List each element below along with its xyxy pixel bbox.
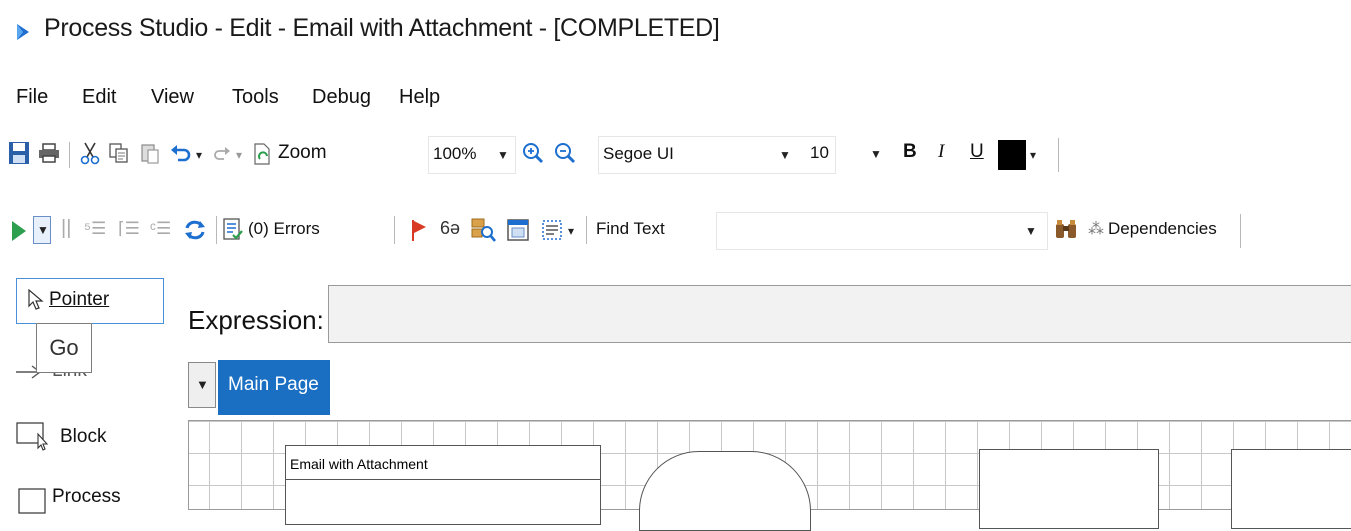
toolbar-separator <box>216 216 217 244</box>
font-size-dropdown-icon[interactable]: ▼ <box>870 147 882 161</box>
step-out-icon[interactable]: ᶜ☰ <box>150 219 171 239</box>
palette-item-process[interactable]: Process <box>16 480 164 520</box>
paste-icon[interactable] <box>140 142 160 164</box>
go-play-icon[interactable] <box>10 220 28 242</box>
watch-icon[interactable]: 6ə <box>440 218 460 239</box>
italic-button[interactable]: I <box>938 141 944 163</box>
menu-tools[interactable]: Tools <box>232 86 279 109</box>
breakpoint-flag-icon[interactable] <box>410 218 428 242</box>
menu-file[interactable]: File <box>16 86 48 109</box>
menu-edit[interactable]: Edit <box>82 86 116 109</box>
zoom-in-icon[interactable] <box>522 142 544 164</box>
expression-label: Expression: <box>188 305 324 335</box>
palette-item-label: Process <box>52 486 121 507</box>
find-text-input[interactable]: ▼ <box>716 212 1048 250</box>
copy-icon[interactable] <box>108 142 130 164</box>
action-stage-shape[interactable] <box>1231 449 1351 529</box>
zoom-value: 100% <box>433 144 477 163</box>
chevron-down-icon: ▼ <box>196 377 209 392</box>
find-data-icon[interactable] <box>470 217 496 243</box>
palette-item-pointer[interactable]: Pointer <box>16 278 164 324</box>
toolbar-separator <box>69 142 70 168</box>
tab-main-page[interactable]: Main Page <box>218 360 330 415</box>
pause-icon[interactable]: || <box>61 217 71 240</box>
app-logo-icon <box>17 24 29 40</box>
dependencies-button[interactable]: Dependencies <box>1108 219 1217 239</box>
formatting-toolbar: ▾ ▾ Zoom 100% ▼ Segoe UI ▼ 10 ▼ B I U ▾ <box>0 130 1351 178</box>
block-title: Email with Attachment <box>290 456 428 472</box>
toolbar-separator <box>1058 138 1059 172</box>
underline-button[interactable]: U <box>970 141 984 163</box>
palette-item-label: Block <box>60 426 107 447</box>
print-icon[interactable] <box>38 143 60 163</box>
zoom-select[interactable]: 100% ▼ <box>428 136 516 174</box>
step-icon[interactable]: ⁵☰ <box>84 219 106 239</box>
toolbar-separator <box>1240 214 1241 248</box>
tooltip: Go <box>36 323 92 373</box>
action-stage-shape[interactable] <box>979 449 1159 529</box>
go-dropdown-button[interactable]: ▼ <box>33 216 51 244</box>
toolbar-separator <box>586 216 587 244</box>
pointer-icon <box>28 289 44 310</box>
calendar-icon[interactable] <box>506 218 530 242</box>
redo-dropdown-icon[interactable]: ▾ <box>236 148 242 162</box>
process-icon <box>18 488 46 514</box>
block-header: Email with Attachment <box>286 446 600 480</box>
undo-icon[interactable] <box>170 142 192 164</box>
validate-icon[interactable] <box>222 218 244 242</box>
font-name-select[interactable]: Segoe UI ▼ <box>598 136 836 174</box>
zoom-out-icon[interactable] <box>554 142 576 164</box>
text-color-dropdown-icon[interactable]: ▾ <box>1030 148 1036 162</box>
layout-icon[interactable] <box>540 218 564 242</box>
page-list-dropdown[interactable]: ▼ <box>188 362 216 408</box>
find-text-label: Find Text <box>596 219 665 238</box>
title-bar: Process Studio - Edit - Email with Attac… <box>0 0 1351 68</box>
block-icon <box>16 422 49 451</box>
zoom-dropdown-icon[interactable]: ▼ <box>497 148 509 162</box>
save-icon[interactable] <box>8 141 30 165</box>
cut-icon[interactable] <box>78 141 102 165</box>
undo-dropdown-icon[interactable]: ▾ <box>196 148 202 162</box>
redo-icon[interactable] <box>212 144 232 164</box>
zoom-label: Zoom <box>278 142 327 163</box>
debug-toolbar: ▼ || ⁵☰ ⌈☰ ᶜ☰ (0) Errors 6ə ▾ Find Text <box>0 206 1351 254</box>
text-color-swatch[interactable] <box>998 140 1026 170</box>
find-text-dropdown-icon[interactable]: ▼ <box>1025 224 1037 238</box>
expression-input[interactable] <box>328 285 1351 343</box>
menu-bar: File Edit View Tools Debug Help <box>0 80 1351 120</box>
palette-item-label: Pointer <box>49 289 110 310</box>
process-canvas[interactable]: Email with Attachment <box>188 420 1351 531</box>
menu-help[interactable]: Help <box>399 86 440 109</box>
window-title: Process Studio - Edit - Email with Attac… <box>44 14 720 42</box>
reset-icon[interactable] <box>183 218 207 242</box>
menu-debug[interactable]: Debug <box>312 86 371 109</box>
dependencies-icon[interactable]: ⁂ <box>1088 219 1104 239</box>
binoculars-icon[interactable] <box>1054 218 1078 242</box>
palette-item-block[interactable]: Block <box>16 416 164 462</box>
toolbar-separator <box>394 216 395 244</box>
layout-dropdown-icon[interactable]: ▾ <box>568 224 574 238</box>
errors-button[interactable]: (0) Errors <box>248 219 320 239</box>
zoom-page-icon[interactable] <box>252 143 272 165</box>
tab-label: Main Page <box>228 374 319 395</box>
menu-view[interactable]: View <box>151 86 194 109</box>
block-email-with-attachment[interactable]: Email with Attachment <box>285 445 601 525</box>
start-stage-shape[interactable] <box>639 451 811 531</box>
bold-button[interactable]: B <box>903 141 917 163</box>
step-in-icon[interactable]: ⌈☰ <box>118 219 140 239</box>
font-size-value: 10 <box>810 143 829 162</box>
font-name-dropdown-icon[interactable]: ▼ <box>779 148 791 162</box>
font-size-select[interactable]: 10 ▼ <box>806 136 892 172</box>
font-name-value: Segoe UI <box>603 144 674 163</box>
